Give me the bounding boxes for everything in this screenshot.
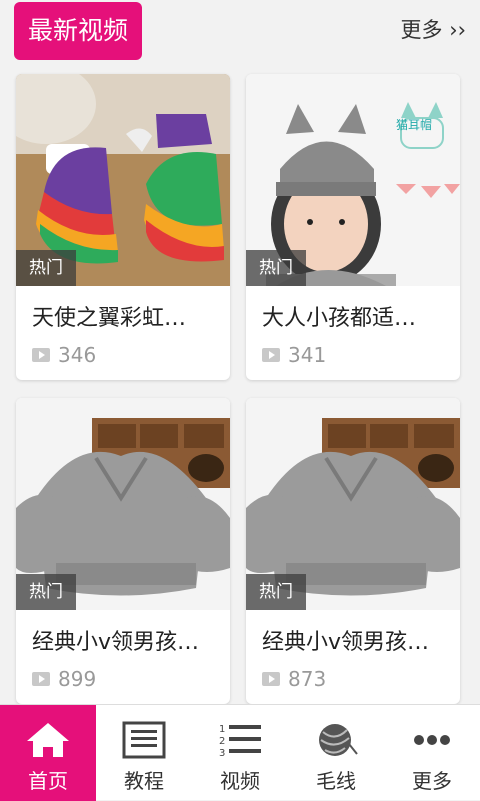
view-count: 341 — [262, 342, 326, 368]
tab-yarn[interactable]: 毛线 — [288, 705, 384, 801]
hot-badge: 热门 — [16, 250, 76, 286]
video-thumbnail[interactable]: 热门 — [16, 398, 230, 610]
video-thumbnail[interactable]: 热门 — [246, 398, 460, 610]
list-icon: 123 — [217, 719, 263, 761]
video-title[interactable]: 经典小v领男孩… — [262, 624, 452, 656]
view-count-value: 899 — [58, 666, 96, 692]
more-link[interactable]: 更多 ›› — [401, 14, 466, 46]
tab-more[interactable]: 更多 — [384, 705, 480, 801]
video-thumbnail[interactable]: 热门 — [16, 74, 230, 286]
tab-label: 视频 — [220, 767, 260, 795]
video-title[interactable]: 大人小孩都适… — [262, 300, 452, 332]
video-card[interactable]: 热门 经典小v领男孩… 899 — [16, 398, 230, 704]
svg-text:3: 3 — [219, 748, 225, 759]
tab-label: 教程 — [124, 767, 164, 795]
play-count-icon — [262, 348, 280, 362]
video-title[interactable]: 经典小v领男孩… — [32, 624, 222, 656]
play-count-icon — [262, 672, 280, 686]
video-card[interactable]: 猫耳帽 热门 大人小孩都适… 341 — [246, 74, 460, 380]
play-count-icon — [32, 348, 50, 362]
view-count: 899 — [32, 666, 96, 692]
section-title: 最新视频 — [14, 2, 142, 60]
svg-text:2: 2 — [219, 736, 225, 747]
tab-label: 更多 — [412, 767, 452, 795]
hot-badge: 热门 — [246, 574, 306, 610]
hot-badge: 热门 — [246, 250, 306, 286]
hot-badge: 热门 — [16, 574, 76, 610]
tab-videos[interactable]: 123 视频 — [192, 705, 288, 801]
video-card[interactable]: 热门 经典小v领男孩… 873 — [246, 398, 460, 704]
tab-tutorials[interactable]: 教程 — [96, 705, 192, 801]
view-count-value: 341 — [288, 342, 326, 368]
view-count: 873 — [262, 666, 326, 692]
tab-label: 毛线 — [316, 767, 356, 795]
home-icon — [25, 719, 71, 761]
tab-label: 首页 — [28, 767, 68, 795]
more-icon — [409, 719, 455, 761]
svg-text:1: 1 — [219, 724, 225, 735]
play-count-icon — [32, 672, 50, 686]
video-card[interactable]: 热门 天使之翼彩虹… 346 — [16, 74, 230, 380]
tab-home[interactable]: 首页 — [0, 705, 96, 801]
document-icon — [121, 719, 167, 761]
view-count-value: 873 — [288, 666, 326, 692]
header: 最新视频 更多 ›› — [0, 0, 480, 64]
bottom-tabbar: 首页 教程 123 视频 毛线 更多 — [0, 704, 480, 800]
video-title[interactable]: 天使之翼彩虹… — [32, 300, 222, 332]
view-count: 346 — [32, 342, 96, 368]
view-count-value: 346 — [58, 342, 96, 368]
cat-ear-hat-label: 猫耳帽 — [396, 116, 432, 133]
yarn-icon — [313, 719, 359, 761]
video-thumbnail[interactable]: 猫耳帽 热门 — [246, 74, 460, 286]
